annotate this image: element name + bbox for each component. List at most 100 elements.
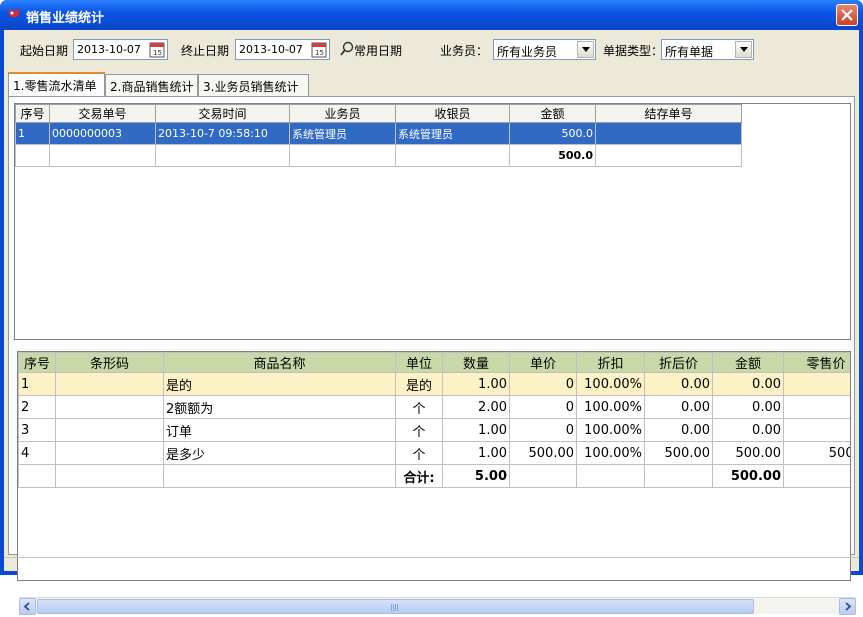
- chevron-left-icon: [23, 602, 30, 611]
- cell-discount: 100.00%: [576, 395, 645, 419]
- client-area: 起始日期 2013-10-07 15 终止日期 2013-10-07 15 常用…: [4, 30, 859, 615]
- column-header[interactable]: 交易单号: [49, 104, 156, 123]
- cell-name: 是多少: [163, 441, 396, 465]
- start-date-value: 2013-10-07: [77, 43, 141, 56]
- doc-type-value: 所有单据: [665, 45, 714, 59]
- end-date-picker[interactable]: 2013-10-07 15: [235, 39, 330, 60]
- cell-price: 0: [509, 395, 577, 419]
- cell-disc-price: 0.00: [644, 418, 713, 442]
- table-row[interactable]: 4 是多少 个 1.00 500.00 100.00% 500.00 500.0…: [18, 441, 850, 465]
- title-bar[interactable]: 销售业绩统计: [0, 0, 863, 30]
- chevron-down-icon: [740, 47, 748, 52]
- cell-disc-price: 0.00: [644, 395, 713, 419]
- cell-order-no: 0000000003: [49, 122, 156, 145]
- status-bar: [4, 557, 859, 571]
- scroll-right-button[interactable]: [839, 598, 856, 615]
- column-header[interactable]: 金额: [509, 104, 596, 123]
- column-header[interactable]: 收银员: [395, 104, 510, 123]
- cell-barcode: [55, 418, 164, 442]
- cell-seq: 3: [18, 418, 56, 442]
- scroll-thumb[interactable]: [37, 599, 754, 614]
- table-row[interactable]: 3 订单 个 1.00 0 100.00% 0.00 0.00: [18, 418, 850, 442]
- column-header[interactable]: 条形码: [55, 352, 164, 373]
- column-header[interactable]: 数量: [442, 352, 510, 373]
- cell-amount: 500.0: [509, 122, 596, 145]
- cell-unit: 是的: [395, 372, 443, 396]
- cell-price: 0: [509, 418, 577, 442]
- filter-toolbar: 起始日期 2013-10-07 15 终止日期 2013-10-07 15 常用…: [4, 30, 859, 72]
- doc-type-select[interactable]: 所有单据: [661, 39, 754, 60]
- cell-name: 是的: [163, 372, 396, 396]
- cell-disc-price: 500.00: [644, 441, 713, 465]
- total-amount: 500.0: [509, 144, 596, 167]
- total-row: 500.0: [15, 144, 742, 167]
- dropdown-button[interactable]: [735, 41, 752, 58]
- cell-discount: 100.00%: [576, 418, 645, 442]
- cell-disc-price: 0.00: [644, 372, 713, 396]
- column-header[interactable]: 折后价: [644, 352, 713, 373]
- column-header[interactable]: 折扣: [576, 352, 645, 373]
- cell-barcode: [55, 372, 164, 396]
- salesperson-select[interactable]: 所有业务员: [493, 39, 596, 60]
- items-grid[interactable]: 序号 条形码 商品名称 单位 数量 单价 折扣 折后价 金额 零售价 1 是的 …: [17, 351, 851, 581]
- column-header[interactable]: 金额: [712, 352, 784, 373]
- start-date-picker[interactable]: 2013-10-07 15: [73, 39, 168, 60]
- calendar-icon[interactable]: 15: [311, 41, 327, 58]
- search-icon[interactable]: [340, 41, 354, 57]
- cell-barcode: [55, 441, 164, 465]
- column-header[interactable]: 商品名称: [163, 352, 396, 373]
- salesperson-label: 业务员：: [440, 44, 489, 58]
- transactions-grid[interactable]: 序号 交易单号 交易时间 业务员 收银员 金额 结存单号 1 000000000…: [14, 103, 851, 340]
- chevron-down-icon: [582, 47, 590, 52]
- svg-text:15: 15: [153, 49, 162, 57]
- cell-qty: 1.00: [442, 372, 510, 396]
- cell-seq: 1: [15, 122, 50, 145]
- cell-price: 0: [509, 372, 577, 396]
- close-icon: [841, 9, 853, 21]
- cell-barcode: [55, 395, 164, 419]
- table-row[interactable]: 2 2额额为 个 2.00 0 100.00% 0.00 0.00: [18, 395, 850, 419]
- cell-retail: [783, 372, 850, 396]
- column-header[interactable]: 零售价: [783, 352, 850, 373]
- grid-header-row: 序号 条形码 商品名称 单位 数量 单价 折扣 折后价 金额 零售价: [18, 352, 850, 373]
- end-date-label: 终止日期: [181, 44, 230, 58]
- table-row[interactable]: 1 是的 是的 1.00 0 100.00% 0.00 0.00: [18, 372, 850, 396]
- close-button[interactable]: [836, 4, 858, 26]
- scroll-grip: [391, 604, 399, 611]
- column-header[interactable]: 结存单号: [595, 104, 742, 123]
- tab-product-sales[interactable]: 2.商品销售统计: [105, 74, 198, 96]
- cell-amount: 0.00: [712, 418, 784, 442]
- cell-name: 订单: [163, 418, 396, 442]
- common-dates-link[interactable]: 常用日期: [354, 42, 402, 59]
- column-header[interactable]: 交易时间: [155, 104, 290, 123]
- cell-retail: [783, 418, 850, 442]
- calendar-icon[interactable]: 15: [149, 41, 165, 58]
- cell-amount: 500.00: [712, 441, 784, 465]
- table-row[interactable]: 1 0000000003 2013-10-7 09:58:10 系统管理员 系统…: [15, 122, 742, 145]
- tab-retail-journal[interactable]: 1.零售流水清单: [8, 72, 105, 96]
- column-header[interactable]: 序号: [15, 104, 50, 123]
- cell-salesperson: 系统管理员: [289, 122, 396, 145]
- cell-retail: 500.0: [783, 441, 850, 465]
- column-header[interactable]: 序号: [18, 352, 56, 373]
- column-header[interactable]: 单位: [395, 352, 443, 373]
- dropdown-button[interactable]: [577, 41, 594, 58]
- total-row: 合计: 5.00 500.00: [18, 464, 850, 488]
- cell-unit: 个: [395, 395, 443, 419]
- cell-qty: 2.00: [442, 395, 510, 419]
- cell-discount: 100.00%: [576, 372, 645, 396]
- cell-seq: 2: [18, 395, 56, 419]
- scroll-left-button[interactable]: [19, 598, 36, 615]
- horizontal-scrollbar[interactable]: [19, 597, 856, 615]
- column-header[interactable]: 单价: [509, 352, 577, 373]
- cell-qty: 1.00: [442, 441, 510, 465]
- cell-amount: 0.00: [712, 395, 784, 419]
- cell-seq: 4: [18, 441, 56, 465]
- tab-salesperson-sales[interactable]: 3.业务员销售统计: [198, 74, 309, 96]
- cell-stock-no: [595, 122, 742, 145]
- window-title: 销售业绩统计: [26, 11, 105, 26]
- grid-header-row: 序号 交易单号 交易时间 业务员 收银员 金额 结存单号: [15, 104, 742, 123]
- cell-name: 2额额为: [163, 395, 396, 419]
- chevron-right-icon: [845, 602, 852, 611]
- column-header[interactable]: 业务员: [289, 104, 396, 123]
